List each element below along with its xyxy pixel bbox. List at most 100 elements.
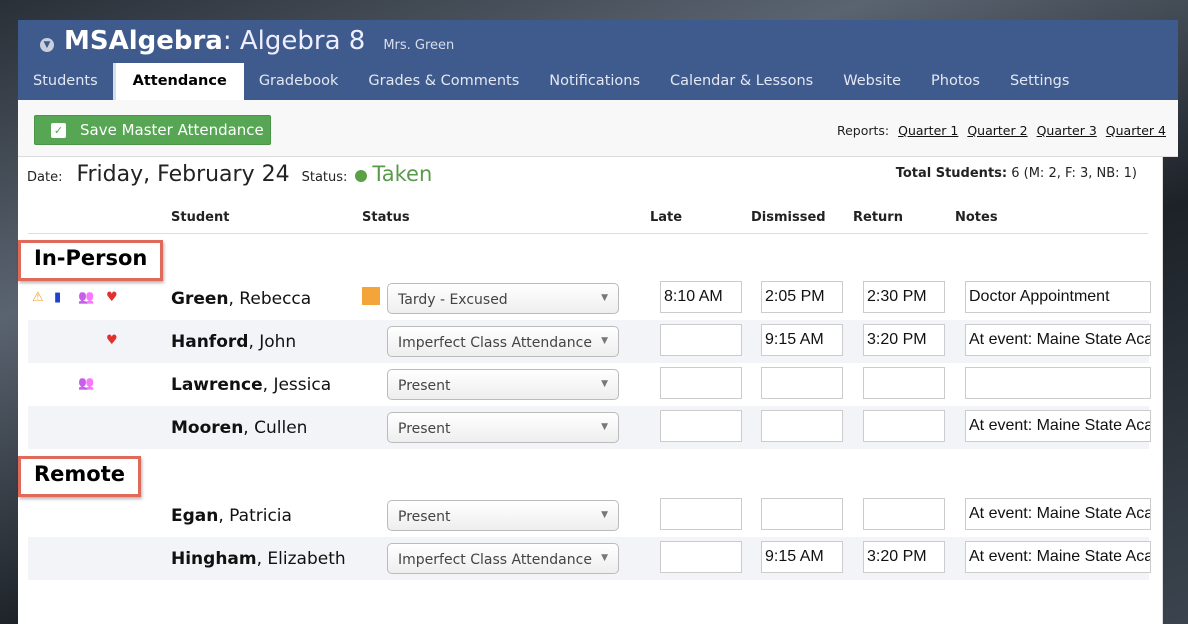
status-label: Status: xyxy=(301,170,348,185)
dismissed-input[interactable]: 2:05 PM xyxy=(761,281,843,313)
warning-icon[interactable]: ⚠ xyxy=(32,290,44,305)
tab-photos[interactable]: Photos xyxy=(916,63,995,100)
student-row: Mooren, Cullen Present At event: Maine Sta… xyxy=(28,406,1151,449)
student-name[interactable]: Mooren, Cullen xyxy=(171,418,307,438)
dismissed-input[interactable] xyxy=(761,410,843,442)
status-select[interactable]: Tardy - Excused xyxy=(387,283,619,314)
status-select[interactable]: Imperfect Class Attendance xyxy=(387,326,619,357)
group-icon[interactable]: 👥 xyxy=(78,376,94,391)
student-name[interactable]: Egan, Patricia xyxy=(171,506,292,526)
dismissed-input[interactable] xyxy=(761,498,843,530)
student-first-name: , Cullen xyxy=(243,418,308,438)
save-master-attendance-button[interactable]: ✓ Save Master Attendance xyxy=(34,115,271,145)
return-input[interactable] xyxy=(863,410,945,442)
column-header-student: Student xyxy=(171,210,230,225)
late-input[interactable]: 8:10 AM xyxy=(660,281,742,313)
save-label: Save Master Attendance xyxy=(80,121,264,139)
notes-input[interactable]: At event: Maine State Academic xyxy=(965,410,1151,442)
tab-attendance[interactable]: Attendance xyxy=(112,63,244,100)
student-name[interactable]: Lawrence, Jessica xyxy=(171,375,331,395)
group-label-in-person: In-Person xyxy=(18,240,164,281)
notes-input[interactable]: Doctor Appointment xyxy=(965,281,1151,313)
notes-input[interactable]: At event: Maine State Academic xyxy=(965,541,1151,573)
student-row: Egan, Patricia Present At event: Maine Sta… xyxy=(28,494,1151,537)
column-header-return: Return xyxy=(853,210,903,225)
tab-gradebook[interactable]: Gradebook xyxy=(244,63,354,100)
reports-links: Reports: Quarter 1 Quarter 2 Quarter 3 Quar… xyxy=(837,123,1166,138)
status-value: Taken xyxy=(372,162,433,186)
column-header-late: Late xyxy=(650,210,683,225)
notes-input[interactable]: At event: Maine State Academic xyxy=(965,324,1151,356)
tab-grades-comments[interactable]: Grades & Comments xyxy=(353,63,534,100)
group-icon[interactable]: 👥 xyxy=(78,290,94,305)
brand-name: MSAlgebra xyxy=(64,26,223,56)
total-label: Total Students: xyxy=(895,166,1008,181)
dismissed-input[interactable]: 9:15 AM xyxy=(761,324,843,356)
late-input[interactable] xyxy=(660,498,742,530)
student-icons: ♥ xyxy=(32,320,142,363)
student-first-name: , Rebecca xyxy=(228,289,312,309)
student-first-name: , Jessica xyxy=(262,375,332,395)
status-select[interactable]: Present xyxy=(387,369,619,400)
app-title: ▼ MSAlgebra: Algebra 8 Mrs. Green xyxy=(40,26,454,56)
student-last-name: Lawrence xyxy=(171,375,263,395)
student-first-name: , Elizabeth xyxy=(256,549,346,569)
dropdown-caret-icon[interactable]: ▼ xyxy=(40,38,54,52)
late-input[interactable] xyxy=(660,410,742,442)
tab-notifications[interactable]: Notifications xyxy=(534,63,655,100)
total-value: 6 (M: 2, F: 3, NB: 1) xyxy=(1011,166,1137,181)
column-header-notes: Notes xyxy=(955,210,998,225)
student-icons xyxy=(32,537,142,580)
student-last-name: Egan xyxy=(171,506,219,526)
return-input[interactable] xyxy=(863,367,945,399)
report-link-quarter-3[interactable]: Quarter 3 xyxy=(1037,123,1097,138)
dismissed-input[interactable] xyxy=(761,367,843,399)
tab-students[interactable]: Students xyxy=(18,63,113,100)
notes-input[interactable]: At event: Maine State Academic xyxy=(965,498,1151,530)
heart-monitor-icon[interactable]: ♥ xyxy=(106,290,118,305)
report-link-quarter-2[interactable]: Quarter 2 xyxy=(967,123,1027,138)
return-input[interactable]: 3:20 PM xyxy=(863,324,945,356)
student-name[interactable]: Hanford, John xyxy=(171,332,296,352)
student-last-name: Hanford xyxy=(171,332,249,352)
notebook-icon[interactable]: ▮ xyxy=(54,290,61,305)
student-icons xyxy=(32,494,142,537)
student-name[interactable]: Hingham, Elizabeth xyxy=(171,549,346,569)
return-input[interactable] xyxy=(863,498,945,530)
student-last-name: Hingham xyxy=(171,549,257,569)
return-input[interactable]: 2:30 PM xyxy=(863,281,945,313)
dismissed-input[interactable]: 9:15 AM xyxy=(761,541,843,573)
attendance-panel: Date: Friday, February 24 Status: Taken … xyxy=(18,157,1163,624)
column-header-status: Status xyxy=(362,210,410,225)
return-input[interactable]: 3:20 PM xyxy=(863,541,945,573)
app-header: ▼ MSAlgebra: Algebra 8 Mrs. Green Studen… xyxy=(18,20,1178,100)
notes-input[interactable] xyxy=(965,367,1151,399)
student-name[interactable]: Green, Rebecca xyxy=(171,289,311,309)
date-value: Friday, February 24 xyxy=(76,162,290,187)
teacher-name: Mrs. Green xyxy=(383,38,455,53)
late-input[interactable] xyxy=(660,367,742,399)
report-link-quarter-1[interactable]: Quarter 1 xyxy=(898,123,958,138)
status-select[interactable]: Imperfect Class Attendance xyxy=(387,543,619,574)
late-input[interactable] xyxy=(660,324,742,356)
student-icons xyxy=(32,406,142,449)
column-header-dismissed: Dismissed xyxy=(751,210,826,225)
student-row: 👥 Lawrence, Jessica Present xyxy=(28,363,1151,406)
student-row: ⚠ ▮ 👥 ♥ Green, Rebecca Tardy - Excused 8:10 AM… xyxy=(28,277,1151,320)
heart-monitor-icon[interactable]: ♥ xyxy=(106,333,118,348)
tab-calendar-lessons[interactable]: Calendar & Lessons xyxy=(655,63,828,100)
status-select[interactable]: Present xyxy=(387,500,619,531)
student-last-name: Mooren xyxy=(171,418,244,438)
late-input[interactable] xyxy=(660,541,742,573)
reports-label: Reports: xyxy=(836,123,890,138)
report-link-quarter-4[interactable]: Quarter 4 xyxy=(1106,123,1166,138)
tab-website[interactable]: Website xyxy=(828,63,916,100)
checkbox-icon: ✓ xyxy=(51,122,66,138)
tardy-marker xyxy=(362,287,380,305)
student-row: Hingham, Elizabeth Imperfect Class Attend… xyxy=(28,537,1151,580)
status-select[interactable]: Present xyxy=(387,412,619,443)
student-icons: 👥 xyxy=(32,363,142,406)
date-label: Date: xyxy=(27,170,63,185)
tab-settings[interactable]: Settings xyxy=(995,63,1084,100)
group-label-remote: Remote xyxy=(18,456,142,497)
